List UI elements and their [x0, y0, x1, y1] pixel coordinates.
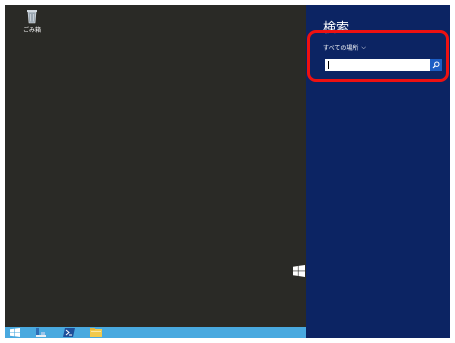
- text-cursor: [328, 61, 329, 69]
- search-input[interactable]: [325, 59, 430, 71]
- search-button[interactable]: [430, 59, 442, 71]
- charm-title: 検索: [323, 21, 350, 36]
- recycle-bin-label: ごみ箱: [22, 27, 41, 34]
- chevron-down-icon: ⌵: [361, 43, 366, 51]
- taskbar: [5, 327, 306, 338]
- start-icon[interactable]: [10, 328, 20, 337]
- search-box: [325, 59, 442, 71]
- search-scope-label: すべての場所: [323, 45, 359, 52]
- search-icon: [432, 61, 440, 69]
- server-manager-icon[interactable]: [35, 328, 47, 337]
- screen: ごみ箱 検索 すべての場所 ⌵: [5, 5, 450, 338]
- recycle-bin-shortcut[interactable]: ごみ箱: [17, 9, 47, 34]
- windows-logo-icon: [293, 265, 305, 277]
- desktop[interactable]: ごみ箱: [5, 5, 306, 338]
- file-explorer-icon[interactable]: [90, 328, 102, 337]
- recycle-bin-icon: [27, 10, 37, 24]
- search-charm-pane: 検索 すべての場所 ⌵: [306, 5, 450, 338]
- powershell-icon[interactable]: [63, 328, 75, 337]
- search-scope-dropdown[interactable]: すべての場所 ⌵: [323, 43, 366, 53]
